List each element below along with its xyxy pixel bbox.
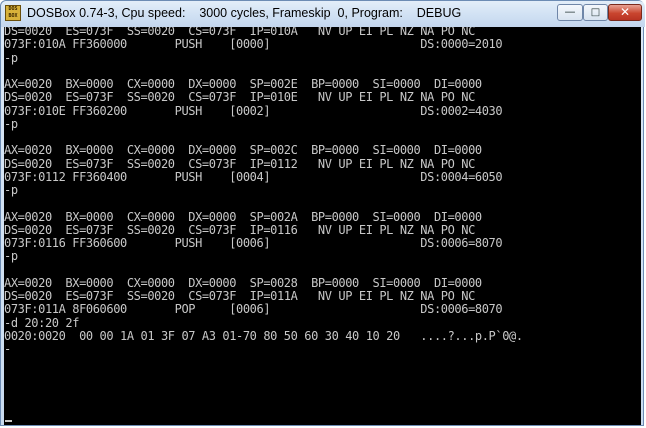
window-title: DOSBox 0.74-3, Cpu speed: 3000 cycles, F…	[27, 6, 462, 20]
minimize-button[interactable]: —	[557, 4, 583, 21]
terminal-line: -	[4, 342, 11, 356]
terminal-line: AX=0020 BX=0000 CX=0000 DX=0000 SP=002C …	[4, 143, 482, 158]
maximize-button[interactable]: □	[583, 4, 608, 21]
terminal-line: AX=0020 BX=0000 CX=0000 DX=0000 SP=002E …	[4, 77, 482, 91]
terminal-line: -p	[4, 50, 18, 65]
terminal-line: 073F:0112 FF360400 PUSH [0004] DS:0004=6…	[4, 169, 503, 184]
terminal-line: DS=0020 ES=073F SS=0020 CS=073F IP=010E …	[4, 90, 475, 105]
text-cursor	[5, 420, 12, 422]
terminal-line: -p	[4, 116, 18, 131]
dosbox-window: DOS BOX DOSBox 0.74-3, Cpu speed: 3000 cy…	[0, 0, 645, 426]
title-bar[interactable]: DOS BOX DOSBox 0.74-3, Cpu speed: 3000 cy…	[1, 1, 645, 27]
terminal-line: 073F:010A FF360000 PUSH [0000] DS:0000=2…	[4, 37, 503, 52]
close-button[interactable]: ✕	[608, 4, 642, 21]
terminal-line: DS=0020 ES=073F SS=0020 CS=073F IP=0116 …	[4, 222, 475, 237]
terminal-line: 073F:010E FF360200 PUSH [0002] DS:0002=4…	[4, 103, 503, 118]
dos-terminal-screen[interactable]: DS=0020 ES=073F SS=0020 CS=073F IP=010A …	[4, 27, 641, 425]
terminal-output: DS=0020 ES=073F SS=0020 CS=073F IP=010A …	[4, 27, 523, 356]
terminal-line: DS=0020 ES=073F SS=0020 CS=073F IP=011A …	[4, 289, 475, 303]
terminal-line: DS=0020 ES=073F SS=0020 CS=073F IP=0112 …	[4, 156, 475, 171]
dosbox-icon[interactable]: DOS BOX	[5, 5, 21, 21]
terminal-line: -d 20:20 2f	[4, 315, 80, 330]
terminal-line: 0020:0020 00 00 1A 01 3F 07 A3 01-70 80 …	[4, 328, 523, 343]
terminal-line: 073F:011A 8F060600 POP [0006] DS:0006=80…	[4, 302, 503, 317]
terminal-line: -p	[4, 249, 18, 264]
terminal-line: -p	[4, 183, 18, 197]
terminal-line: 073F:0116 FF360600 PUSH [0006] DS:0006=8…	[4, 236, 503, 250]
terminal-line: AX=0020 BX=0000 CX=0000 DX=0000 SP=002A …	[4, 209, 482, 224]
terminal-line: AX=0020 BX=0000 CX=0000 DX=0000 SP=0028 …	[4, 275, 482, 290]
